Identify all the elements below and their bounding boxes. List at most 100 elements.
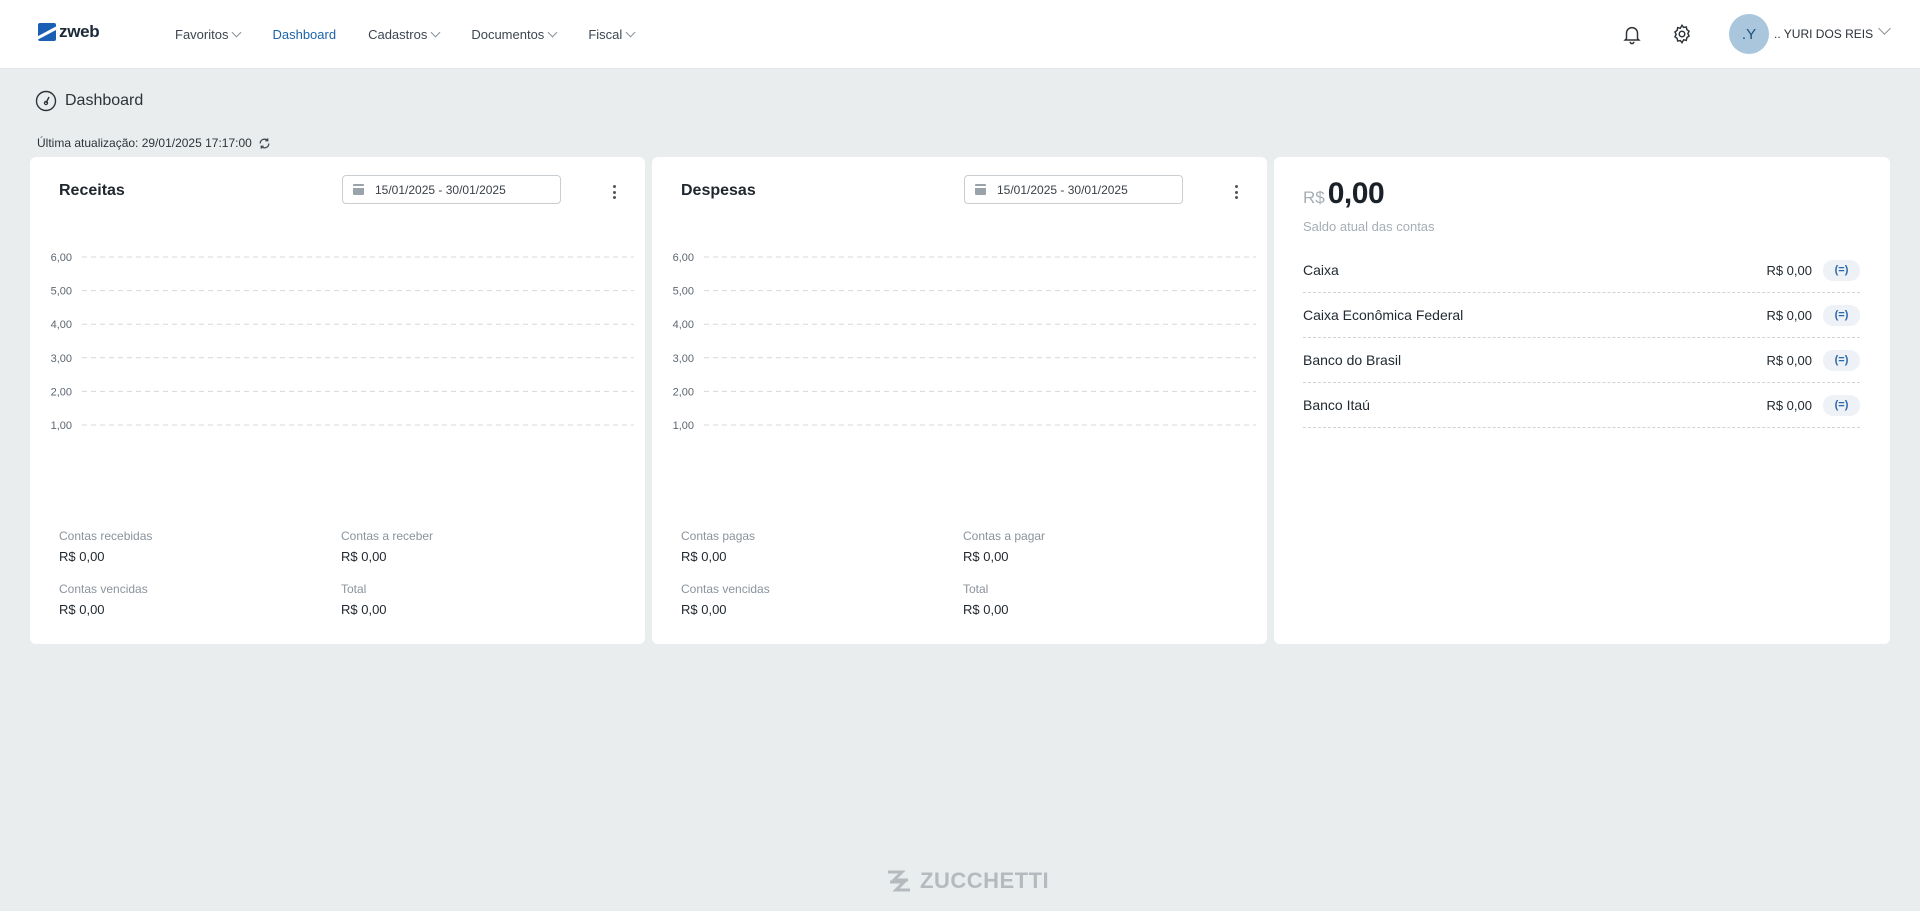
stat-value: R$ 0,00 xyxy=(681,602,727,617)
receitas-chart: 6,005,004,003,002,001,000,00 xyxy=(51,252,634,432)
y-tick-label: 1,00 xyxy=(51,420,72,432)
nav-item-label: Dashboard xyxy=(272,27,337,42)
more-options-icon[interactable] xyxy=(612,185,616,199)
stat-label: Total xyxy=(963,582,989,596)
avatar-initials: .Y xyxy=(1741,25,1757,43)
nav-item-label: Fiscal xyxy=(588,27,623,42)
zucchetti-logo-icon xyxy=(888,870,910,892)
despesas-card: Despesas 15/01/2025 - 30/01/2025 6,00 5,0… xyxy=(652,157,1267,644)
despesas-chart: 6,005,004,003,002,001,000,00 xyxy=(673,252,1256,432)
account-name: Banco do Brasil xyxy=(1303,352,1402,368)
y-tick-label: 6,00 xyxy=(673,252,694,264)
stat-value: R$ 0,00 xyxy=(341,602,387,617)
account-name: Caixa Econômica Federal xyxy=(1303,307,1464,323)
last-update-row: Última atualização: 29/01/2025 17:17:00 xyxy=(37,136,271,150)
y-tick-label: 5,00 xyxy=(51,286,72,298)
balance-subtitle: Saldo atual das contas xyxy=(1303,219,1435,234)
gear-icon[interactable] xyxy=(1668,20,1696,48)
account-name: Caixa xyxy=(1303,262,1339,278)
nav-item-cadastros[interactable]: Cadastros xyxy=(368,27,441,42)
footer-logo: ZUCCHETTI xyxy=(884,866,1049,896)
y-tick-label: 2,00 xyxy=(673,386,694,398)
account-status-badge: (=) xyxy=(1823,394,1860,416)
stat-value: R$ 0,00 xyxy=(963,602,1009,617)
stat-value: R$ 0,00 xyxy=(963,549,1009,564)
y-tick-label: 6,00 xyxy=(51,252,72,264)
stat-contas-vencidas: Contas vencidas R$ 0,00 xyxy=(59,582,148,617)
balance-value: 0,00 xyxy=(1327,177,1385,210)
zweb-logo-icon xyxy=(38,23,56,41)
calendar-icon xyxy=(353,184,364,195)
stat-label: Contas a receber xyxy=(341,529,434,543)
main-nav: Favoritos Dashboard Cadastros Documentos… xyxy=(175,0,666,69)
stat-label: Contas a pagar xyxy=(963,529,1046,543)
nav-item-label: Documentos xyxy=(471,27,545,42)
nav-item-label: Cadastros xyxy=(368,27,428,42)
receitas-card: Receitas 15/01/2025 - 30/01/2025 6,00 5,0… xyxy=(30,157,645,644)
stat-total: Total R$ 0,00 xyxy=(963,582,1009,617)
date-range-value: 15/01/2025 - 30/01/2025 xyxy=(375,182,506,197)
stat-label: Total xyxy=(341,582,367,596)
y-tick-label: 4,00 xyxy=(51,319,72,331)
account-balance: R$ 0,00 xyxy=(1766,352,1812,368)
stat-label: Contas recebidas xyxy=(59,529,153,543)
user-name[interactable]: .. YURI DOS REIS xyxy=(1774,27,1873,41)
chevron-down-icon xyxy=(232,27,242,38)
bell-icon[interactable] xyxy=(1618,20,1646,48)
refresh-icon[interactable] xyxy=(258,137,271,150)
page-title: Dashboard xyxy=(65,92,144,109)
y-tick-label: 4,00 xyxy=(673,319,694,331)
stat-label: Contas vencidas xyxy=(681,582,770,596)
y-tick-label: 3,00 xyxy=(51,353,72,365)
stat-value: R$ 0,00 xyxy=(59,549,105,564)
y-tick-label: 1,00 xyxy=(673,420,694,432)
card-title: Receitas xyxy=(59,182,125,199)
nav-item-documentos[interactable]: Documentos xyxy=(471,27,558,42)
nav-item-label: Favoritos xyxy=(175,27,229,42)
stat-contas-a-receber: Contas a receber R$ 0,00 xyxy=(341,529,433,564)
avatar[interactable]: .Y xyxy=(1729,14,1769,54)
account-status-badge: (=) xyxy=(1823,259,1860,281)
stat-value: R$ 0,00 xyxy=(681,549,727,564)
nav-item-dashboard[interactable]: Dashboard xyxy=(272,27,336,42)
account-balance: R$ 0,00 xyxy=(1766,262,1812,278)
account-row[interactable]: Banco Itaú R$ 0,00 (=) xyxy=(1303,383,1860,428)
nav-item-favoritos[interactable]: Favoritos xyxy=(175,27,242,42)
account-row[interactable]: Caixa Econômica Federal R$ 0,00 (=) xyxy=(1303,293,1860,338)
dashboard-gauge-icon xyxy=(35,90,57,112)
account-row[interactable]: Banco do Brasil R$ 0,00 (=) xyxy=(1303,338,1860,383)
y-tick-label: 5,00 xyxy=(673,286,694,298)
y-tick-label: 2,00 xyxy=(51,386,72,398)
stat-total: Total R$ 0,00 xyxy=(341,582,387,617)
stat-label: Contas pagas xyxy=(681,529,756,543)
date-range-value: 15/01/2025 - 30/01/2025 xyxy=(997,182,1128,197)
more-options-icon[interactable] xyxy=(1234,185,1238,199)
stat-value: R$ 0,00 xyxy=(59,602,105,617)
stat-contas-recebidas: Contas recebidas R$ 0,00 xyxy=(59,529,152,564)
stat-contas-a-pagar: Contas a pagar R$ 0,00 xyxy=(963,529,1045,564)
chevron-down-icon xyxy=(625,27,636,38)
app-logo[interactable]: zweb xyxy=(38,22,100,42)
stat-contas-vencidas: Contas vencidas R$ 0,00 xyxy=(681,582,770,617)
calendar-icon xyxy=(975,184,986,195)
balance-currency: R$ xyxy=(1303,188,1325,207)
chevron-down-icon xyxy=(430,27,441,38)
nav-item-fiscal[interactable]: Fiscal xyxy=(588,27,636,42)
date-range-picker[interactable]: 15/01/2025 - 30/01/2025 xyxy=(342,175,561,204)
user-menu-toggle[interactable] xyxy=(1878,22,1891,35)
footer-brand-text: ZUCCHETTI xyxy=(920,868,1050,893)
y-tick-label: 3,00 xyxy=(673,353,694,365)
account-status-badge: (=) xyxy=(1823,304,1860,326)
stat-contas-pagas: Contas pagas R$ 0,00 xyxy=(681,529,755,564)
account-name: Banco Itaú xyxy=(1303,397,1370,413)
date-range-picker[interactable]: 15/01/2025 - 30/01/2025 xyxy=(964,175,1183,204)
stat-value: R$ 0,00 xyxy=(341,549,387,564)
page-header: Dashboard xyxy=(35,90,143,112)
card-title: Despesas xyxy=(681,182,756,199)
app-logo-text: zweb xyxy=(59,22,100,41)
chevron-down-icon xyxy=(547,27,558,38)
account-balance: R$ 0,00 xyxy=(1766,307,1812,323)
balance-total: R$ 0,00 xyxy=(1303,177,1385,211)
saldo-card: R$ 0,00 Saldo atual das contas Caixa R$ … xyxy=(1274,157,1890,644)
account-row[interactable]: Caixa R$ 0,00 (=) xyxy=(1303,248,1860,293)
